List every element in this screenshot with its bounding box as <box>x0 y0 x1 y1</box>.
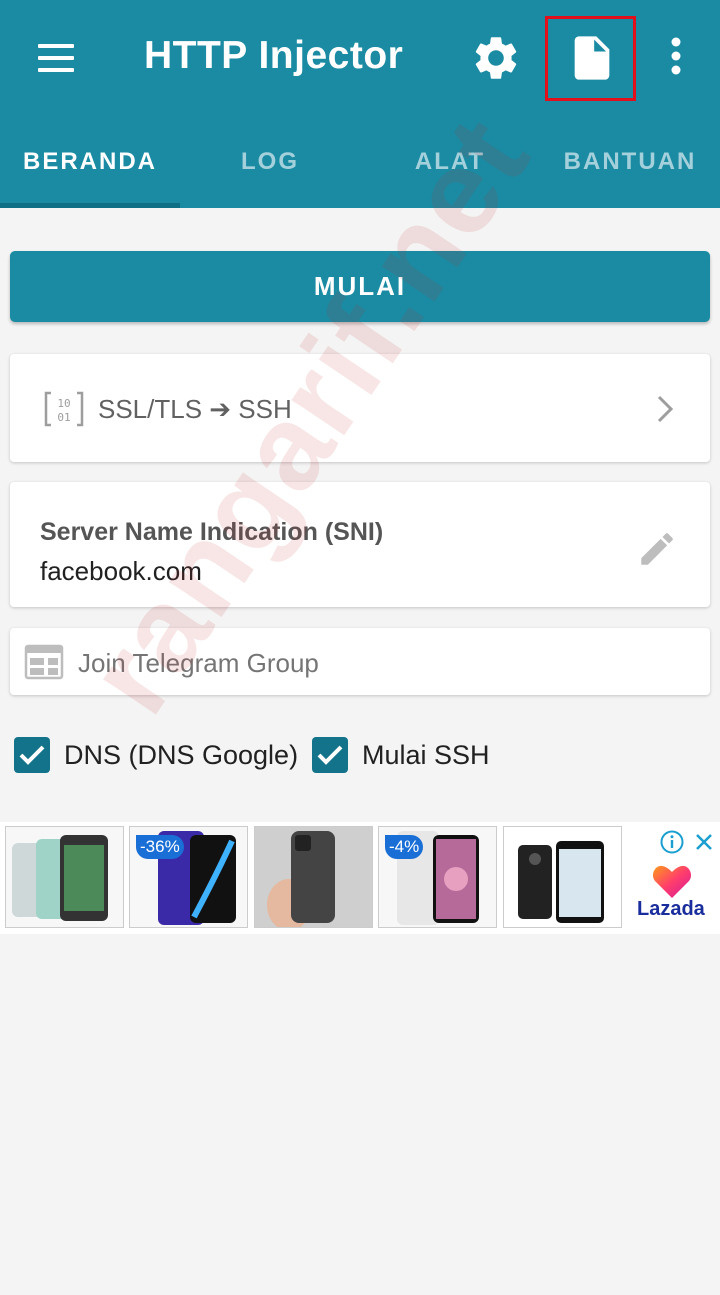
app-title: HTTP Injector <box>144 34 404 77</box>
ssh-checkbox-label: Mulai SSH <box>362 739 490 770</box>
start-button[interactable]: MULAI <box>10 251 710 322</box>
dns-checkbox[interactable] <box>14 737 50 773</box>
tab-beranda[interactable]: BERANDA <box>0 116 180 208</box>
info-icon[interactable] <box>660 830 684 854</box>
tab-alat[interactable]: ALAT <box>360 116 540 208</box>
sni-value: facebook.com <box>40 556 202 586</box>
dns-checkbox-label: DNS (DNS Google) <box>64 739 299 770</box>
tab-log[interactable]: LOG <box>180 116 360 208</box>
svg-text:10: 10 <box>57 397 70 410</box>
ad-brand-area[interactable]: Lazada <box>628 824 720 932</box>
settings-gear-icon[interactable] <box>470 32 522 84</box>
join-telegram-group[interactable]: Join Telegram Group <box>10 628 710 695</box>
ssh-checkbox-row[interactable]: Mulai SSH <box>312 733 490 777</box>
app-bar: HTTP Injector BERANDA LOG ALAT BANTUAN <box>0 0 720 208</box>
lazada-brand-text: Lazada <box>637 898 705 920</box>
more-vert-icon[interactable] <box>660 32 692 84</box>
close-icon[interactable] <box>694 832 714 852</box>
tab-indicator <box>0 203 180 208</box>
ad-product-4[interactable]: -4% <box>378 826 497 928</box>
highlight-box <box>545 16 636 101</box>
menu-icon[interactable] <box>30 36 82 80</box>
toolbar: HTTP Injector <box>0 0 720 116</box>
telegram-label: Join Telegram Group <box>78 648 319 678</box>
sni-card: Server Name Indication (SNI) facebook.co… <box>10 482 710 607</box>
tunnel-mode-selector[interactable]: 10 01 SSL/TLS ➔ SSH <box>10 354 710 462</box>
ssh-checkbox[interactable] <box>312 737 348 773</box>
discount-badge: -36% <box>136 835 184 859</box>
ad-product-5[interactable] <box>503 826 622 928</box>
dns-checkbox-row[interactable]: DNS (DNS Google) <box>14 733 298 777</box>
tunnel-mode-label: SSL/TLS ➔ SSH <box>98 394 292 424</box>
ad-product-1[interactable] <box>5 826 124 928</box>
sni-title: Server Name Indication (SNI) <box>40 518 384 546</box>
ad-product-3[interactable] <box>254 826 373 928</box>
ad-product-2[interactable]: -36% <box>129 826 248 928</box>
edit-pencil-icon[interactable] <box>634 528 680 570</box>
tab-bar: BERANDA LOG ALAT BANTUAN <box>0 116 720 208</box>
web-layout-icon <box>24 644 64 680</box>
ad-banner[interactable]: -36% -4% Lazada <box>0 822 720 934</box>
tab-bantuan[interactable]: BANTUAN <box>540 116 720 208</box>
lazada-logo-icon <box>652 862 692 900</box>
discount-badge: -4% <box>385 835 424 859</box>
svg-text:01: 01 <box>57 411 70 424</box>
binary-icon: 10 01 <box>44 391 84 427</box>
chevron-right-icon <box>654 394 676 424</box>
